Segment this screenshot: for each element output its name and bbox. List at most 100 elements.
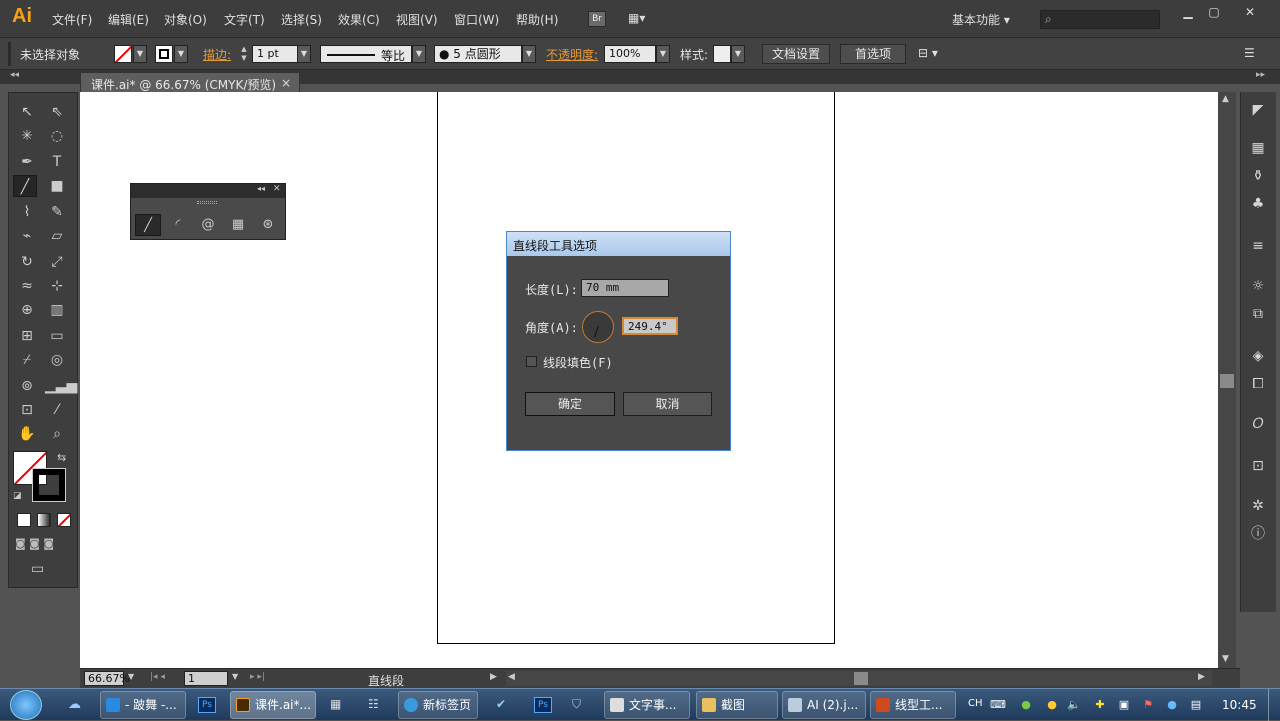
perspective-grid-tool-icon[interactable]: ▥ [45,299,69,321]
eyedropper-tool-icon[interactable]: ⌿ [15,349,39,371]
collapse-left-icon[interactable]: ◂◂ [10,70,19,80]
layers-icon[interactable]: ◈ [1248,346,1268,366]
opacity-field[interactable]: 100% [604,45,656,63]
direct-selection-tool-icon[interactable]: ⇖ [45,101,69,123]
page-field[interactable]: 1 [184,671,228,686]
angle-input[interactable]: 249.4° [622,317,678,335]
fill-dropdown[interactable]: ▼ [133,45,147,63]
quicklaunch-icon[interactable]: ☁ [68,697,86,713]
rectangle-tool-icon[interactable]: ■ [45,175,69,197]
swap-colors-icon[interactable]: ⇆ [57,451,66,464]
style-dropdown[interactable]: ▼ [731,45,745,63]
rectangular-grid-icon[interactable]: ▦ [225,214,251,236]
eraser-tool-icon[interactable]: ▱ [45,225,69,247]
opacity-dropdown[interactable]: ▼ [656,45,670,63]
panel-close-icon[interactable]: ✕ [273,184,281,194]
mesh-tool-icon[interactable]: ⊞ [15,325,39,347]
zoom-tool-icon[interactable]: ⌕ [45,423,69,445]
flag-icon[interactable]: ⚑ [1140,697,1156,713]
notes-icon[interactable]: ☷ [368,697,384,713]
taskbar-item-kugou[interactable]: - 跛舞 -... [100,691,186,719]
menu-help[interactable]: 帮助(H) [516,11,558,28]
wechat-icon[interactable]: ● [1018,697,1034,713]
ime-indicator[interactable]: CH [968,698,983,709]
scroll-down-icon[interactable]: ▼ [1222,654,1229,664]
character-icon[interactable]: 𝑂 [1248,414,1268,434]
scroll-right-icon[interactable]: ▶ [1198,672,1205,682]
drawing-modes-icon[interactable]: ◙ ◙ ◙ [15,537,73,553]
column-graph-tool-icon[interactable]: ▁▃▅ [45,375,77,397]
taskbar-item-screenshot[interactable]: 截图 [696,691,778,719]
line-segment-icon[interactable]: ╱ [135,214,161,236]
stroke-stepper[interactable]: ▲ ▼ [238,45,250,63]
horizontal-scrollbar[interactable]: ◀ ▶ [506,671,1212,686]
artboard-tool-icon[interactable]: ⊡ [15,399,39,421]
minimize-icon[interactable]: ▁ [1174,4,1202,22]
spiral-icon[interactable]: @ [195,214,221,236]
panel-grip[interactable] [197,201,217,204]
symbol-sprayer-tool-icon[interactable]: ⊚ [15,375,39,397]
lasso-tool-icon[interactable]: ◌ [45,125,69,147]
cancel-button[interactable]: 取消 [623,392,712,416]
status-menu-icon[interactable]: ▶ [490,672,497,682]
blend-tool-icon[interactable]: ◎ [45,349,69,371]
brush-dropdown[interactable]: ▼ [522,45,536,63]
ok-button[interactable]: 确定 [525,392,615,416]
hand-tool-icon[interactable]: ✋ [15,423,39,445]
qq-icon[interactable]: ● [1044,697,1060,713]
zoom-dropdown-icon[interactable]: ▼ [128,672,134,681]
stroke-panel-icon[interactable]: ≡ [1248,236,1268,256]
arrange-icon[interactable]: ⊟ ▾ [918,46,938,60]
next-page-icon[interactable]: ▸ ▸| [250,672,265,682]
shape-builder-tool-icon[interactable]: ⊕ [15,299,39,321]
photoshop2-icon[interactable]: Ps [534,697,552,713]
menu-select[interactable]: 选择(S) [281,11,322,28]
gradient-mode-icon[interactable] [37,513,51,527]
taskbar-item-browser[interactable]: 新标签页 [398,691,478,719]
menu-effect[interactable]: 效果(C) [338,11,380,28]
free-transform-tool-icon[interactable]: ⊹ [45,275,69,297]
start-button[interactable] [10,690,42,720]
gradient-tool-icon[interactable]: ▭ [45,325,69,347]
network-icon[interactable]: ▣ [1116,697,1132,713]
dialog-title-bar[interactable]: 直线段工具选项 [507,232,730,256]
stroke-weight-field[interactable]: 1 pt [252,45,298,63]
shield-icon[interactable]: ⛉ [572,697,588,713]
scroll-up-icon[interactable]: ▲ [1222,94,1229,104]
kugou-tray-icon[interactable]: ● [1164,697,1180,713]
arc-icon[interactable]: ◜ [165,214,191,236]
menu-file[interactable]: 文件(F) [52,11,92,28]
width-tool-icon[interactable]: ≈ [15,275,39,297]
menu-object[interactable]: 对象(O) [164,11,207,28]
stroke-profile-select[interactable]: 等比 [320,45,412,63]
zoom-field[interactable]: 66.67% [84,671,130,686]
pencil-tool-icon[interactable]: ✎ [45,201,69,223]
hscroll-thumb[interactable] [854,672,868,685]
scroll-thumb[interactable] [1220,374,1234,388]
pen-tool-icon[interactable]: ✒ [15,151,39,173]
search-input[interactable]: ⌕ [1040,10,1160,29]
length-input[interactable]: 70 mm [581,279,669,297]
taskbar-item-text[interactable]: 文字事... [604,691,690,719]
first-page-icon[interactable]: |◂ ◂ [150,672,165,682]
photoshop-icon[interactable]: Ps [198,697,216,713]
angle-dial[interactable] [582,311,614,343]
scroll-left-icon[interactable]: ◀ [508,672,515,682]
fill-checkbox[interactable] [526,356,537,367]
fill-swatch[interactable] [114,45,132,63]
swatches-icon[interactable]: ▦ [1248,138,1268,158]
transform-icon[interactable]: ⊡ [1248,456,1268,476]
panel-header[interactable]: ◂◂ ✕ [131,184,285,198]
menu-window[interactable]: 窗口(W) [454,11,499,28]
collapse-right-icon[interactable]: ▸▸ [1256,70,1265,80]
document-tab[interactable]: 课件.ai* @ 66.67% (CMYK/预览) × [80,72,300,92]
keyboard-icon[interactable]: ⌨ [990,697,1006,713]
default-colors-icon[interactable]: ◪ [13,491,22,501]
tab-close-icon[interactable]: × [281,76,291,90]
symbols-icon[interactable]: ♣ [1248,194,1268,214]
add-icon[interactable]: ✚ [1092,697,1108,713]
bridge-button[interactable]: Br [588,11,606,27]
rotate-tool-icon[interactable]: ↻ [15,251,39,273]
menu-view[interactable]: 视图(V) [396,11,438,28]
brushes-icon[interactable]: ⚱ [1248,166,1268,186]
